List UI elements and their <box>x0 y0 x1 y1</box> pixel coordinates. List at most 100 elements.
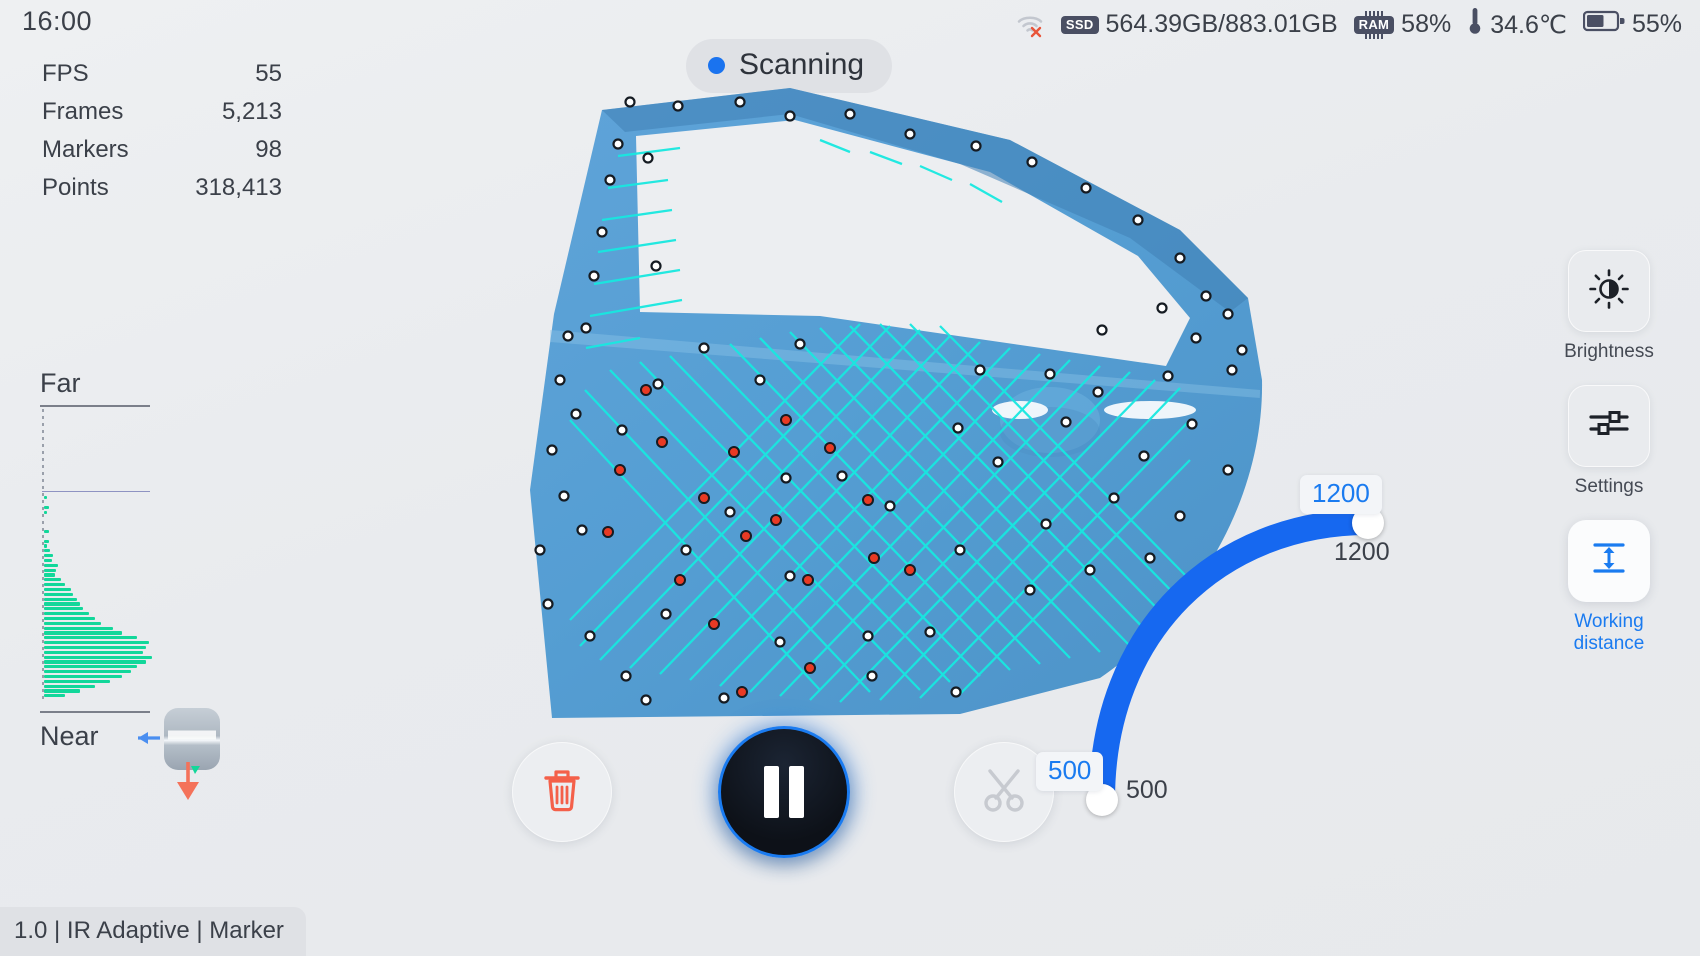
working-distance-icon <box>1588 537 1630 584</box>
pause-icon <box>764 766 779 818</box>
histogram-bar <box>44 645 146 650</box>
settings-label: Settings <box>1574 475 1644 497</box>
markers-active <box>602 384 916 698</box>
histogram-bar <box>44 660 146 664</box>
arc-min-value: 500 <box>1126 776 1168 804</box>
working-distance-label-line2: distance <box>1573 632 1645 654</box>
clock: 16:00 <box>22 6 93 36</box>
histogram-bar <box>44 616 95 621</box>
ram-status: RAM 58% <box>1353 10 1452 39</box>
histogram-bar <box>44 554 53 558</box>
histogram-bar <box>44 597 77 601</box>
histogram-bar <box>44 568 56 572</box>
battery-value: 55% <box>1631 10 1682 38</box>
wifi-off-icon <box>1015 12 1045 38</box>
histogram-bar <box>44 529 49 534</box>
brightness-button[interactable] <box>1568 250 1650 332</box>
histogram-bar <box>44 670 131 674</box>
working-distance-label: Working distance <box>1574 611 1645 655</box>
status-bar: SSD 564.39GB/883.01GB RAM 58% 34.6℃ 55% <box>1015 6 1682 43</box>
histogram-bar <box>44 636 137 640</box>
scanner-device-icon <box>122 700 242 810</box>
ssd-status: SSD 564.39GB/883.01GB <box>1060 10 1338 39</box>
arc-max-value: 1200 <box>1334 538 1390 566</box>
tool-rail: Brightness Settings Working distance <box>1544 250 1674 676</box>
stat-label: Frames <box>42 98 124 125</box>
battery-status: 55% <box>1582 9 1682 40</box>
histogram-bar <box>44 539 49 543</box>
histogram-bar <box>44 544 47 548</box>
histogram-bar <box>44 655 152 659</box>
histogram-bar <box>44 573 55 577</box>
histogram-bar <box>44 549 50 553</box>
histogram-bar <box>44 587 71 592</box>
histogram-bar <box>44 626 113 630</box>
depth-histogram <box>40 409 190 699</box>
histogram-bar <box>44 679 110 683</box>
ssd-value: 564.39GB/883.01GB <box>1105 10 1338 38</box>
histogram-bar <box>44 684 95 688</box>
delete-button[interactable] <box>512 742 612 842</box>
pause-button[interactable] <box>718 726 850 858</box>
histogram-bar <box>44 607 83 611</box>
status-dot-icon <box>708 56 725 74</box>
histogram-bar <box>44 650 143 654</box>
ram-badge: RAM <box>1353 15 1395 34</box>
trash-icon <box>539 765 585 820</box>
stat-row-fps: FPS 55 <box>42 60 282 88</box>
settings-button[interactable] <box>1568 384 1650 467</box>
histogram-bar <box>44 578 61 582</box>
temperature-status: 34.6℃ <box>1467 6 1567 43</box>
histogram-bar <box>44 510 47 514</box>
ram-icon: RAM <box>1353 10 1395 39</box>
working-distance-label-line1: Working <box>1574 610 1644 632</box>
mode-status-chip: 1.0 | IR Adaptive | Marker <box>0 907 306 956</box>
histogram-bar <box>44 583 65 587</box>
histogram-bar <box>44 689 80 693</box>
histogram-bar <box>44 505 49 509</box>
working-distance-button[interactable] <box>1568 519 1650 602</box>
depth-far-label: Far <box>40 368 81 398</box>
scanner-app-screen: 16:00 SSD 564.39GB/883.01GB RAM 58% 34.6… <box>0 0 1700 956</box>
stat-label: Markers <box>42 136 129 163</box>
tool-working-distance[interactable]: Working distance <box>1544 519 1674 655</box>
stat-row-points: Points 318,413 <box>42 174 282 202</box>
depth-far-rule <box>40 405 150 407</box>
stat-value: 5,213 <box>221 98 282 125</box>
histogram-bar <box>44 621 101 625</box>
brightness-icon <box>1588 268 1630 315</box>
status-badge-label: Scanning <box>739 48 865 81</box>
arc-max-tooltip: 1200 <box>1300 475 1382 514</box>
histogram-bar <box>44 665 137 669</box>
brightness-label: Brightness <box>1564 341 1654 362</box>
battery-icon <box>1582 9 1625 40</box>
stat-label: FPS <box>42 60 89 87</box>
status-badge: Scanning <box>686 39 893 93</box>
histogram-bar <box>44 558 52 563</box>
ssd-badge: SSD <box>1060 15 1099 34</box>
stat-row-frames: Frames 5,213 <box>42 98 282 126</box>
sliders-icon <box>1588 406 1630 445</box>
tool-brightness[interactable]: Brightness <box>1544 250 1674 363</box>
arc-track <box>1089 509 1381 813</box>
arc-min-tooltip: 500 <box>1036 752 1104 791</box>
stat-value: 318,413 <box>195 174 282 201</box>
stat-label: Points <box>42 174 109 201</box>
histogram-bar <box>44 563 58 567</box>
working-distance-arc-slider[interactable]: 1200 1200 500 500 <box>1036 460 1450 860</box>
stats-panel: FPS 55 Frames 5,213 Markers 98 Points 31… <box>42 60 282 212</box>
stat-value: 98 <box>255 136 282 163</box>
histogram-guide-line <box>42 491 150 493</box>
histogram-bar <box>44 592 73 596</box>
stat-row-markers: Markers 98 <box>42 136 282 164</box>
histogram-bar <box>44 641 149 645</box>
histogram-bar <box>44 612 89 616</box>
histogram-bar <box>44 496 47 500</box>
scissors-icon <box>978 764 1030 821</box>
ram-value: 58% <box>1401 10 1452 38</box>
tool-settings[interactable]: Settings <box>1544 384 1674 498</box>
temperature-value: 34.6℃ <box>1490 10 1567 39</box>
thermometer-icon <box>1467 6 1483 43</box>
histogram-bar <box>44 602 80 606</box>
histogram-bar <box>44 631 122 635</box>
